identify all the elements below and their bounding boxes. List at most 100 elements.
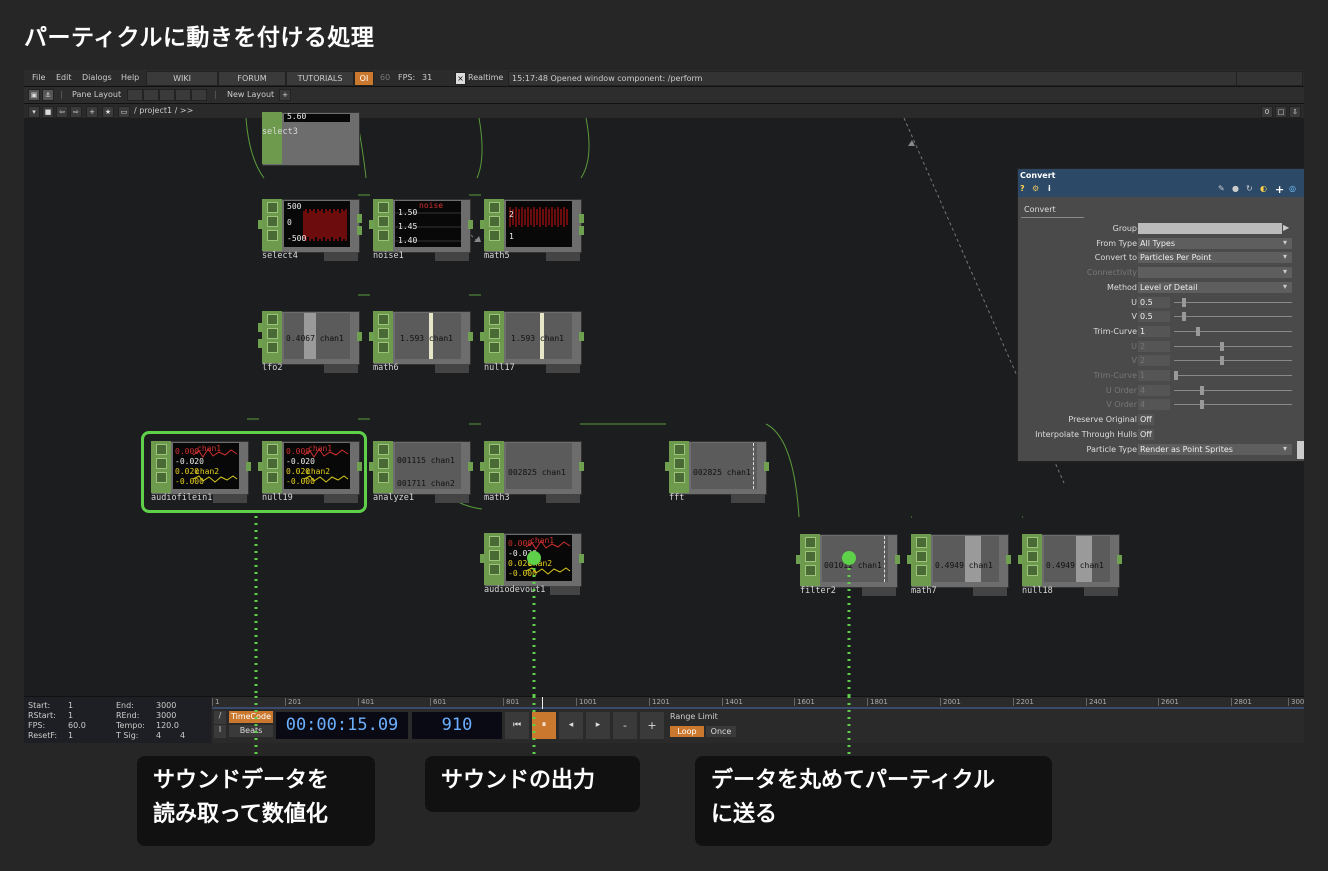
edit-icon[interactable]: ✎ <box>1218 184 1225 193</box>
tsig-a[interactable]: 4 <box>156 731 161 740</box>
add-icon[interactable]: + <box>86 106 98 118</box>
slider-handle[interactable] <box>1220 356 1224 366</box>
cycle-icon[interactable]: ↻ <box>1246 184 1253 193</box>
start-value[interactable]: 1 <box>68 701 73 710</box>
zero-button[interactable]: 0 <box>1261 106 1273 118</box>
layout-single-button[interactable] <box>127 89 143 101</box>
stop-icon[interactable]: ■ <box>42 106 54 118</box>
maximize-icon[interactable]: □ <box>1275 106 1287 118</box>
node-flags[interactable] <box>435 364 469 373</box>
tab-convert[interactable]: Convert <box>1021 203 1084 218</box>
node-flags[interactable] <box>435 494 469 503</box>
rstart-value[interactable]: 1 <box>68 711 73 720</box>
param-value[interactable] <box>1138 223 1282 234</box>
layout-quad-button[interactable] <box>175 89 191 101</box>
node-select4[interactable]: 500 0 -500 select4 <box>258 199 362 261</box>
node-math6[interactable]: 1.593 chan1 math6 <box>369 311 473 373</box>
param-value[interactable]: All Types <box>1138 237 1292 249</box>
node-select3[interactable]: 5.60 select3 <box>262 112 360 174</box>
node-flags[interactable] <box>546 364 580 373</box>
slider-handle[interactable] <box>1200 385 1204 395</box>
node-null18[interactable]: 0.4949 chan1 null18 <box>1018 534 1122 596</box>
plus-icon[interactable]: + <box>1275 183 1284 196</box>
frame-display[interactable]: 910 <box>412 712 502 739</box>
param-slider[interactable] <box>1174 312 1292 322</box>
node-flags[interactable] <box>546 252 580 261</box>
network-editor[interactable]: 5.60 select3 500 0 -500 select4 noise 1.… <box>24 112 1304 696</box>
python-icon[interactable]: ⚙ <box>1032 184 1039 193</box>
back-arrow-icon[interactable]: ⇦ <box>56 106 68 118</box>
chevron-down-icon[interactable]: ▾ <box>28 106 40 118</box>
timecode-toggle[interactable]: TimeCode <box>229 711 273 723</box>
param-slider[interactable] <box>1174 371 1292 380</box>
menu-edit[interactable]: Edit <box>56 73 72 82</box>
end-value[interactable]: 3000 <box>156 701 176 710</box>
menu-file[interactable]: File <box>32 73 45 82</box>
node-null19[interactable]: 0.000 chan1 -0.020 0.020 chan2 -0.000 nu… <box>258 441 362 503</box>
node-audiofilein1[interactable]: 0.000 chan1 -0.020 0.020 chan2 -0.000 au… <box>151 441 251 503</box>
loop-button[interactable]: Loop <box>670 726 704 737</box>
param-value[interactable]: 4 <box>1138 399 1170 411</box>
node-flags[interactable] <box>435 252 469 261</box>
info-icon[interactable]: i <box>1048 184 1051 193</box>
menu-dialogs[interactable]: Dialogs <box>82 73 112 82</box>
node-flags[interactable] <box>862 587 896 596</box>
param-value[interactable]: 1 <box>1138 325 1170 337</box>
help-icon[interactable]: ? <box>1020 184 1025 193</box>
node-flags[interactable] <box>1084 587 1118 596</box>
bar-button[interactable]: I <box>214 725 226 738</box>
pause-icon[interactable]: ⏸ <box>532 712 556 739</box>
param-slider[interactable] <box>1174 385 1292 395</box>
layout-split-v-button[interactable] <box>159 89 175 101</box>
slider-handle[interactable] <box>1182 297 1186 307</box>
fps-value[interactable]: 60.0 <box>68 721 86 730</box>
slider-handle[interactable] <box>1200 400 1204 410</box>
comment-icon[interactable]: ● <box>1232 184 1239 193</box>
node-flags[interactable] <box>973 587 1007 596</box>
node-flags[interactable] <box>731 494 765 503</box>
rend-value[interactable]: 3000 <box>156 711 176 720</box>
param-slider[interactable] <box>1174 400 1292 410</box>
layout-split-h-button[interactable] <box>143 89 159 101</box>
slider-handle[interactable] <box>1174 371 1178 380</box>
menu-help[interactable]: Help <box>121 73 139 82</box>
chevron-down-icon[interactable]: ▾ <box>1283 252 1287 261</box>
param-value[interactable]: Off <box>1138 414 1154 426</box>
param-slider[interactable] <box>1174 356 1292 366</box>
node-fft[interactable]: 002825 chan1 fft <box>665 441 769 503</box>
node-flags[interactable] <box>324 252 358 261</box>
param-value[interactable]: Level of Detail <box>1138 281 1292 293</box>
slider-handle[interactable] <box>1196 326 1200 336</box>
minus-button[interactable]: - <box>613 712 637 739</box>
timeline-ruler[interactable]: 1 201 401 601 801 1001 1201 1401 1601 1801 2001 220… <box>212 697 1304 707</box>
arrow-right-icon[interactable]: ▶ <box>1283 223 1289 232</box>
node-flags[interactable] <box>213 494 247 503</box>
param-slider[interactable] <box>1174 297 1292 307</box>
param-value[interactable]: 0.5 <box>1138 311 1170 323</box>
param-value[interactable]: 1 <box>1138 370 1170 381</box>
step-back-icon[interactable]: ◂ <box>559 712 583 739</box>
chevron-down-icon[interactable]: ▾ <box>1283 267 1287 276</box>
network-path[interactable]: / project1 / >> <box>134 106 193 115</box>
resetf-value[interactable]: 1 <box>68 731 73 740</box>
node-lfo2[interactable]: 0.4067 chan1 lfo2 <box>258 311 362 373</box>
pane-image-icon[interactable]: ▣ <box>28 89 40 101</box>
add-layout-button[interactable]: + <box>279 89 291 101</box>
node-null17[interactable]: 1.593 chan1 null17 <box>480 311 584 373</box>
chevron-down-icon[interactable]: ▾ <box>1283 238 1287 247</box>
once-button[interactable]: Once <box>706 726 736 737</box>
globe-icon[interactable]: ◐ <box>1260 184 1267 193</box>
node-flags[interactable] <box>324 364 358 373</box>
slash-button[interactable]: / <box>214 711 226 724</box>
tab-tutorials[interactable]: TUTORIALS <box>286 71 354 86</box>
node-analyze1[interactable]: 001115 chan1 001711 chan2 analyze1 <box>369 441 473 503</box>
tab-wiki[interactable]: WIKI <box>146 71 218 86</box>
beats-toggle[interactable]: Beats <box>229 725 273 737</box>
param-value[interactable]: 2 <box>1138 355 1170 367</box>
pin-icon[interactable]: ⇩ <box>1289 106 1301 118</box>
slider-handle[interactable] <box>1182 312 1186 322</box>
chevron-down-icon[interactable]: ▾ <box>1283 444 1287 453</box>
target-icon[interactable]: ◎ <box>1289 184 1296 193</box>
timecode-display[interactable]: 00:00:15.09 <box>276 712 408 739</box>
node-math5[interactable]: 2 1 math5 <box>480 199 584 261</box>
